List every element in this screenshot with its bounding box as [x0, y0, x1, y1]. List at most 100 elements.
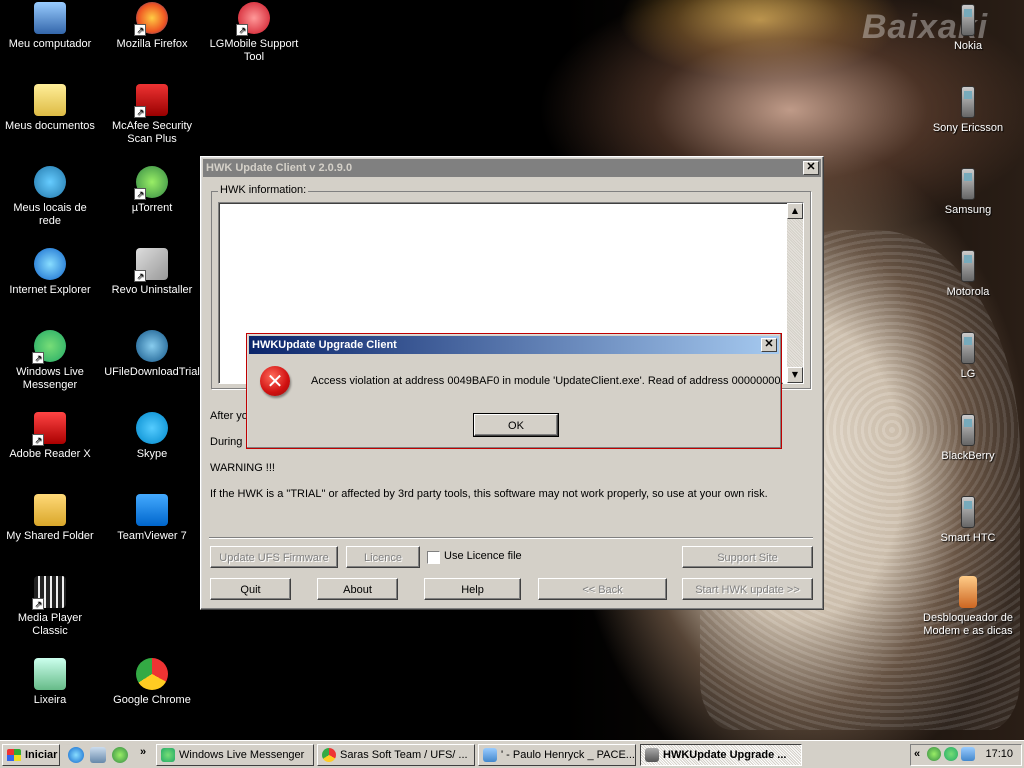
messenger-icon: ↗: [32, 330, 66, 364]
task-hwkupdate-upgrade[interactable]: HWKUpdate Upgrade ...: [640, 744, 802, 766]
desktop-icon-label: Media Player Classic: [17, 612, 83, 637]
ok-button[interactable]: OK: [473, 413, 559, 437]
error-dialog-titlebar[interactable]: HWKUpdate Upgrade Client ✕: [249, 336, 779, 354]
triangle-down-icon: ▼: [791, 370, 799, 379]
task-windows-live-messenger[interactable]: Windows Live Messenger: [156, 744, 314, 766]
tray-utorrent-icon[interactable]: [927, 747, 941, 761]
messenger-icon: [161, 748, 175, 762]
memo-vertical-scrollbar[interactable]: ▲ ▼: [787, 203, 803, 383]
phone-icon: [961, 332, 975, 364]
desktop-icon-smart-htc[interactable]: Smart HTC: [920, 496, 1016, 545]
desktop-icon-my-shared-folder[interactable]: My Shared Folder: [2, 494, 98, 543]
network-icon: [34, 166, 66, 198]
desktop-icon-label: Samsung: [944, 204, 992, 216]
main-window-titlebar[interactable]: HWK Update Client v 2.0.9.0 ✕: [203, 159, 821, 177]
error-message: Access violation at address 0049BAF0 in …: [311, 375, 784, 387]
desktop-icon-lgmobile-support-tool[interactable]: ↗ LGMobile Support Tool: [206, 2, 302, 64]
chat-icon: [483, 748, 497, 762]
main-window-close-button[interactable]: ✕: [803, 161, 819, 175]
scroll-down-button[interactable]: ▼: [787, 367, 803, 383]
start-hwk-update-button[interactable]: Start HWK update >>: [682, 578, 813, 600]
task-paulo-henryck[interactable]: ' - Paulo Henryck _ PACE...: [478, 744, 636, 766]
desktop-icon-meu-computador[interactable]: Meu computador: [2, 2, 98, 51]
desktop-icon-label: McAfee Security Scan Plus: [111, 120, 193, 145]
desktop-icon-label: BlackBerry: [941, 450, 995, 462]
desktop-icon-label: TeamViewer 7: [117, 530, 187, 542]
licence-button[interactable]: Licence: [346, 546, 420, 568]
desktop-icon-windows-live-messenger[interactable]: ↗ Windows Live Messenger: [2, 330, 98, 392]
error-dialog-close-button[interactable]: ✕: [761, 338, 777, 352]
task-saras-soft-team[interactable]: Saras Soft Team / UFS/ ...: [317, 744, 475, 766]
use-licence-file-checkbox[interactable]: [427, 551, 440, 564]
use-licence-file-label: Use Licence file: [444, 550, 522, 562]
error-dialog[interactable]: HWKUpdate Upgrade Client ✕ ✕ Access viol…: [246, 333, 784, 449]
desktop-icon-label: Skype: [136, 448, 168, 460]
tray-expand-chevron[interactable]: «: [914, 748, 920, 760]
start-button[interactable]: Iniciar: [2, 744, 60, 766]
desktop-icon-mozilla-firefox[interactable]: ↗ Mozilla Firefox: [104, 2, 200, 51]
help-button[interactable]: Help: [424, 578, 521, 600]
desktop-icon-samsung[interactable]: Samsung: [920, 168, 1016, 217]
desktop-icon-label: Windows Live Messenger: [16, 366, 84, 391]
desktop-icon-skype[interactable]: Skype: [104, 412, 200, 461]
desktop-icon-utorrent[interactable]: ↗ µTorrent: [104, 166, 200, 215]
desktop-icon-teamviewer[interactable]: TeamViewer 7: [104, 494, 200, 543]
task-label: ' - Paulo Henryck _ PACE...: [501, 749, 635, 761]
desktop-icon-meus-locais-de-rede[interactable]: Meus locais de rede: [2, 166, 98, 228]
main-window-title: HWK Update Client v 2.0.9.0: [206, 162, 353, 174]
desktop-icon-lg[interactable]: LG: [920, 332, 1016, 381]
phone-icon: [961, 168, 975, 200]
desktop-icon-ufiledownloadtrial[interactable]: UFileDownloadTrial: [104, 330, 200, 379]
close-icon: ✕: [764, 338, 774, 350]
quicklaunch-overflow-chevron[interactable]: »: [140, 746, 146, 758]
globe-icon: [136, 330, 168, 362]
error-x-icon: ✕: [260, 366, 290, 396]
desktop-icon-motorola[interactable]: Motorola: [920, 250, 1016, 299]
scroll-up-button[interactable]: ▲: [787, 203, 803, 219]
desktop-icon-label: Sony Ericsson: [932, 122, 1004, 134]
back-button[interactable]: << Back: [538, 578, 667, 600]
desktop-icon-sony-ericsson[interactable]: Sony Ericsson: [920, 86, 1016, 135]
desktop-icon-lixeira[interactable]: Lixeira: [2, 658, 98, 707]
desktop-icon-label: Motorola: [946, 286, 990, 298]
quit-button[interactable]: Quit: [210, 578, 291, 600]
phone-icon: [961, 4, 975, 36]
triangle-up-icon: ▲: [791, 206, 799, 215]
desktop-icon-mcafee[interactable]: ↗ McAfee Security Scan Plus: [104, 84, 200, 146]
adobe-reader-icon: ↗: [32, 412, 66, 446]
desktop-icon-label: Lixeira: [33, 694, 67, 706]
close-icon: ✕: [806, 161, 816, 173]
about-button[interactable]: About: [317, 578, 398, 600]
desktop-icon-label: Mozilla Firefox: [116, 38, 188, 50]
desktop-icon-blackberry[interactable]: BlackBerry: [920, 414, 1016, 463]
skype-icon: [136, 412, 168, 444]
desktop-icon-label: Meus locais de rede: [13, 202, 87, 227]
desktop-icon-desbloqueador[interactable]: Desbloqueador de Modem e as dicas: [920, 576, 1016, 638]
desktop-icon-google-chrome[interactable]: Google Chrome: [104, 658, 200, 707]
chrome-icon: [322, 748, 336, 762]
media-player-icon: ↗: [32, 576, 66, 610]
desktop-icon-label: Meu computador: [8, 38, 92, 50]
clock[interactable]: 17:10: [985, 748, 1013, 760]
desktop-icon-media-player-classic[interactable]: ↗ Media Player Classic: [2, 576, 98, 638]
desktop-icon-meus-documentos[interactable]: Meus documentos: [2, 84, 98, 133]
chrome-icon: [136, 658, 168, 690]
task-label: Windows Live Messenger: [179, 749, 305, 761]
quicklaunch-ie-icon[interactable]: [68, 747, 84, 763]
lg-icon: ↗: [236, 2, 270, 36]
desktop-icon-internet-explorer[interactable]: Internet Explorer: [2, 248, 98, 297]
quicklaunch-utorrent-icon[interactable]: [112, 747, 128, 763]
desktop-icon-revo-uninstaller[interactable]: ↗ Revo Uninstaller: [104, 248, 200, 297]
update-ufs-firmware-button[interactable]: Update UFS Firmware: [210, 546, 338, 568]
tray-messenger-icon[interactable]: [944, 747, 958, 761]
desktop: Baixaki Meu computador Meus documentos M…: [0, 0, 1024, 740]
modem-phone-icon: [959, 576, 977, 608]
support-site-button[interactable]: Support Site: [682, 546, 813, 568]
desktop-icon-label: Internet Explorer: [9, 284, 91, 296]
desktop-icon-nokia[interactable]: Nokia: [920, 4, 1016, 53]
desktop-icon-label: µTorrent: [131, 202, 173, 214]
quicklaunch-desktop-icon[interactable]: [90, 747, 106, 763]
tray-network-icon[interactable]: [961, 747, 975, 761]
desktop-icon-adobe-reader[interactable]: ↗ Adobe Reader X: [2, 412, 98, 461]
desktop-icon-label: Smart HTC: [940, 532, 996, 544]
